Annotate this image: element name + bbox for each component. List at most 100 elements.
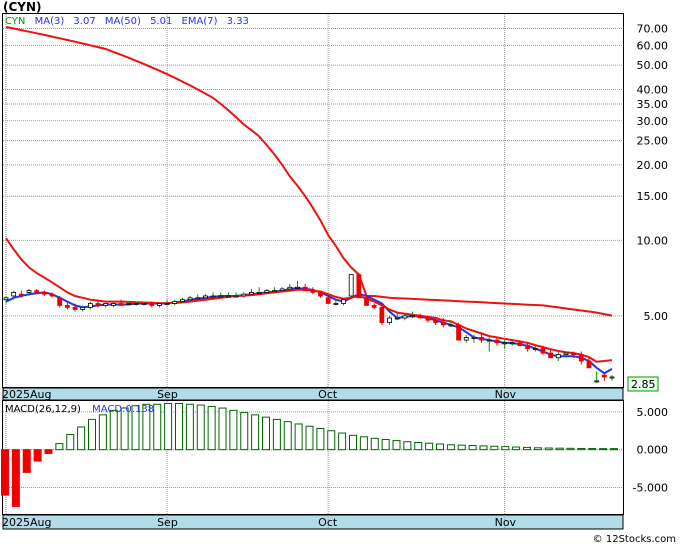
macd-bar	[55, 443, 64, 451]
macd-bar	[392, 440, 401, 451]
candle-body	[110, 303, 116, 306]
candle-body	[49, 293, 55, 297]
candle-body	[34, 290, 40, 293]
macd-bar	[272, 418, 281, 451]
candle-body	[348, 274, 354, 297]
candle-body	[264, 290, 270, 293]
candle-body	[157, 303, 162, 306]
candle-body	[287, 286, 293, 290]
candle-body	[578, 354, 584, 362]
price-y-tick-label: 5.00	[644, 310, 669, 323]
macd-bar	[98, 414, 107, 451]
candle-body	[433, 319, 438, 323]
candle-body	[141, 303, 147, 305]
macd-bar	[66, 434, 75, 451]
price-xaxis-band	[2, 387, 624, 401]
candle-body	[256, 291, 262, 294]
candle-body	[95, 303, 101, 306]
macd-bar	[175, 403, 183, 451]
candle-body	[417, 315, 423, 319]
candle-body	[118, 303, 124, 306]
candle-body	[187, 297, 193, 301]
macd-bar	[251, 414, 260, 451]
macd-y-tick-label: 5.000	[637, 406, 669, 419]
candle-body	[333, 303, 339, 305]
macd-bar	[22, 449, 31, 473]
macd-bar	[588, 448, 597, 451]
candle-body	[486, 339, 492, 342]
candle-body	[26, 290, 32, 293]
macd-bar	[403, 441, 412, 451]
candle-body	[410, 315, 415, 318]
candle-body	[310, 290, 316, 293]
macd-bar	[566, 447, 575, 451]
macd-bar	[359, 436, 368, 451]
macd-panel-frame	[2, 400, 624, 515]
candle-body	[172, 301, 178, 304]
candle-body	[402, 315, 408, 319]
candle-body	[325, 297, 331, 304]
candle-body	[548, 352, 554, 359]
candle-body	[471, 337, 477, 339]
candle-body	[302, 286, 308, 292]
macd-bar	[457, 444, 466, 451]
price-x-tick-label: 2025Aug	[2, 388, 51, 401]
macd-bar	[490, 445, 499, 451]
candle-body	[279, 288, 285, 292]
price-y-tick-label: 40.00	[637, 83, 669, 96]
macd-bar	[381, 438, 390, 451]
macd-bar	[446, 444, 455, 451]
macd-bar	[229, 409, 238, 451]
candle-body	[272, 290, 277, 293]
macd-bar	[533, 447, 542, 451]
macd-bar	[599, 448, 608, 451]
candle-body	[494, 339, 500, 344]
price-x-tick-label: Nov	[495, 388, 517, 401]
macd-bar	[262, 416, 270, 451]
candle-body	[448, 324, 454, 327]
chart-title: (CYN)	[3, 0, 42, 14]
macd-bar	[164, 403, 173, 451]
candle-body	[594, 380, 600, 383]
macd-x-tick-label: 2025Aug	[2, 516, 51, 529]
macd-bar	[512, 446, 521, 451]
candle-body	[233, 295, 239, 298]
macd-legend-value: MACD:0.138	[92, 404, 154, 415]
legend-ma3-label: MA(3)	[35, 16, 65, 27]
macd-bar	[283, 421, 292, 451]
candle-body	[180, 299, 185, 302]
candle-body	[64, 305, 70, 308]
macd-bar	[109, 409, 118, 451]
candle-body	[525, 345, 531, 349]
candle-body	[41, 291, 47, 295]
candle-body	[164, 303, 170, 305]
macd-bar	[77, 426, 86, 451]
macd-bar	[523, 446, 531, 451]
macd-y-tick-label: -5.000	[633, 482, 668, 495]
watermark: © 12Stocks.com	[593, 534, 676, 545]
price-y-tick-label: 15.00	[637, 190, 669, 203]
macd-bar	[544, 447, 553, 451]
macd-legend: MACD(26,12,9) MACD:0.138	[5, 404, 154, 415]
candle-body	[532, 348, 538, 350]
macd-bar	[1, 449, 9, 496]
macd-bar	[468, 445, 477, 451]
candle-body	[203, 295, 208, 299]
candle-body	[425, 317, 431, 321]
legend-ma50-label: MA(50)	[105, 16, 141, 27]
candle-body	[479, 337, 484, 341]
price-y-tick-labels: 70.00 60.00 50.00 40.00 35.00 30.00 25.00 20.00…	[637, 23, 669, 323]
macd-bar	[501, 446, 510, 451]
macd-bar	[207, 406, 216, 451]
candle-body	[103, 303, 109, 306]
candle-body	[318, 291, 323, 297]
macd-bar	[44, 449, 53, 454]
macd-bar	[153, 403, 162, 451]
candle-body	[226, 295, 231, 298]
candle-body	[149, 303, 155, 306]
candle-body	[502, 342, 508, 345]
macd-bar	[185, 403, 194, 451]
macd-bar	[414, 441, 423, 451]
legend-ma50-value: 5.01	[150, 16, 172, 27]
candle-body	[456, 324, 461, 341]
